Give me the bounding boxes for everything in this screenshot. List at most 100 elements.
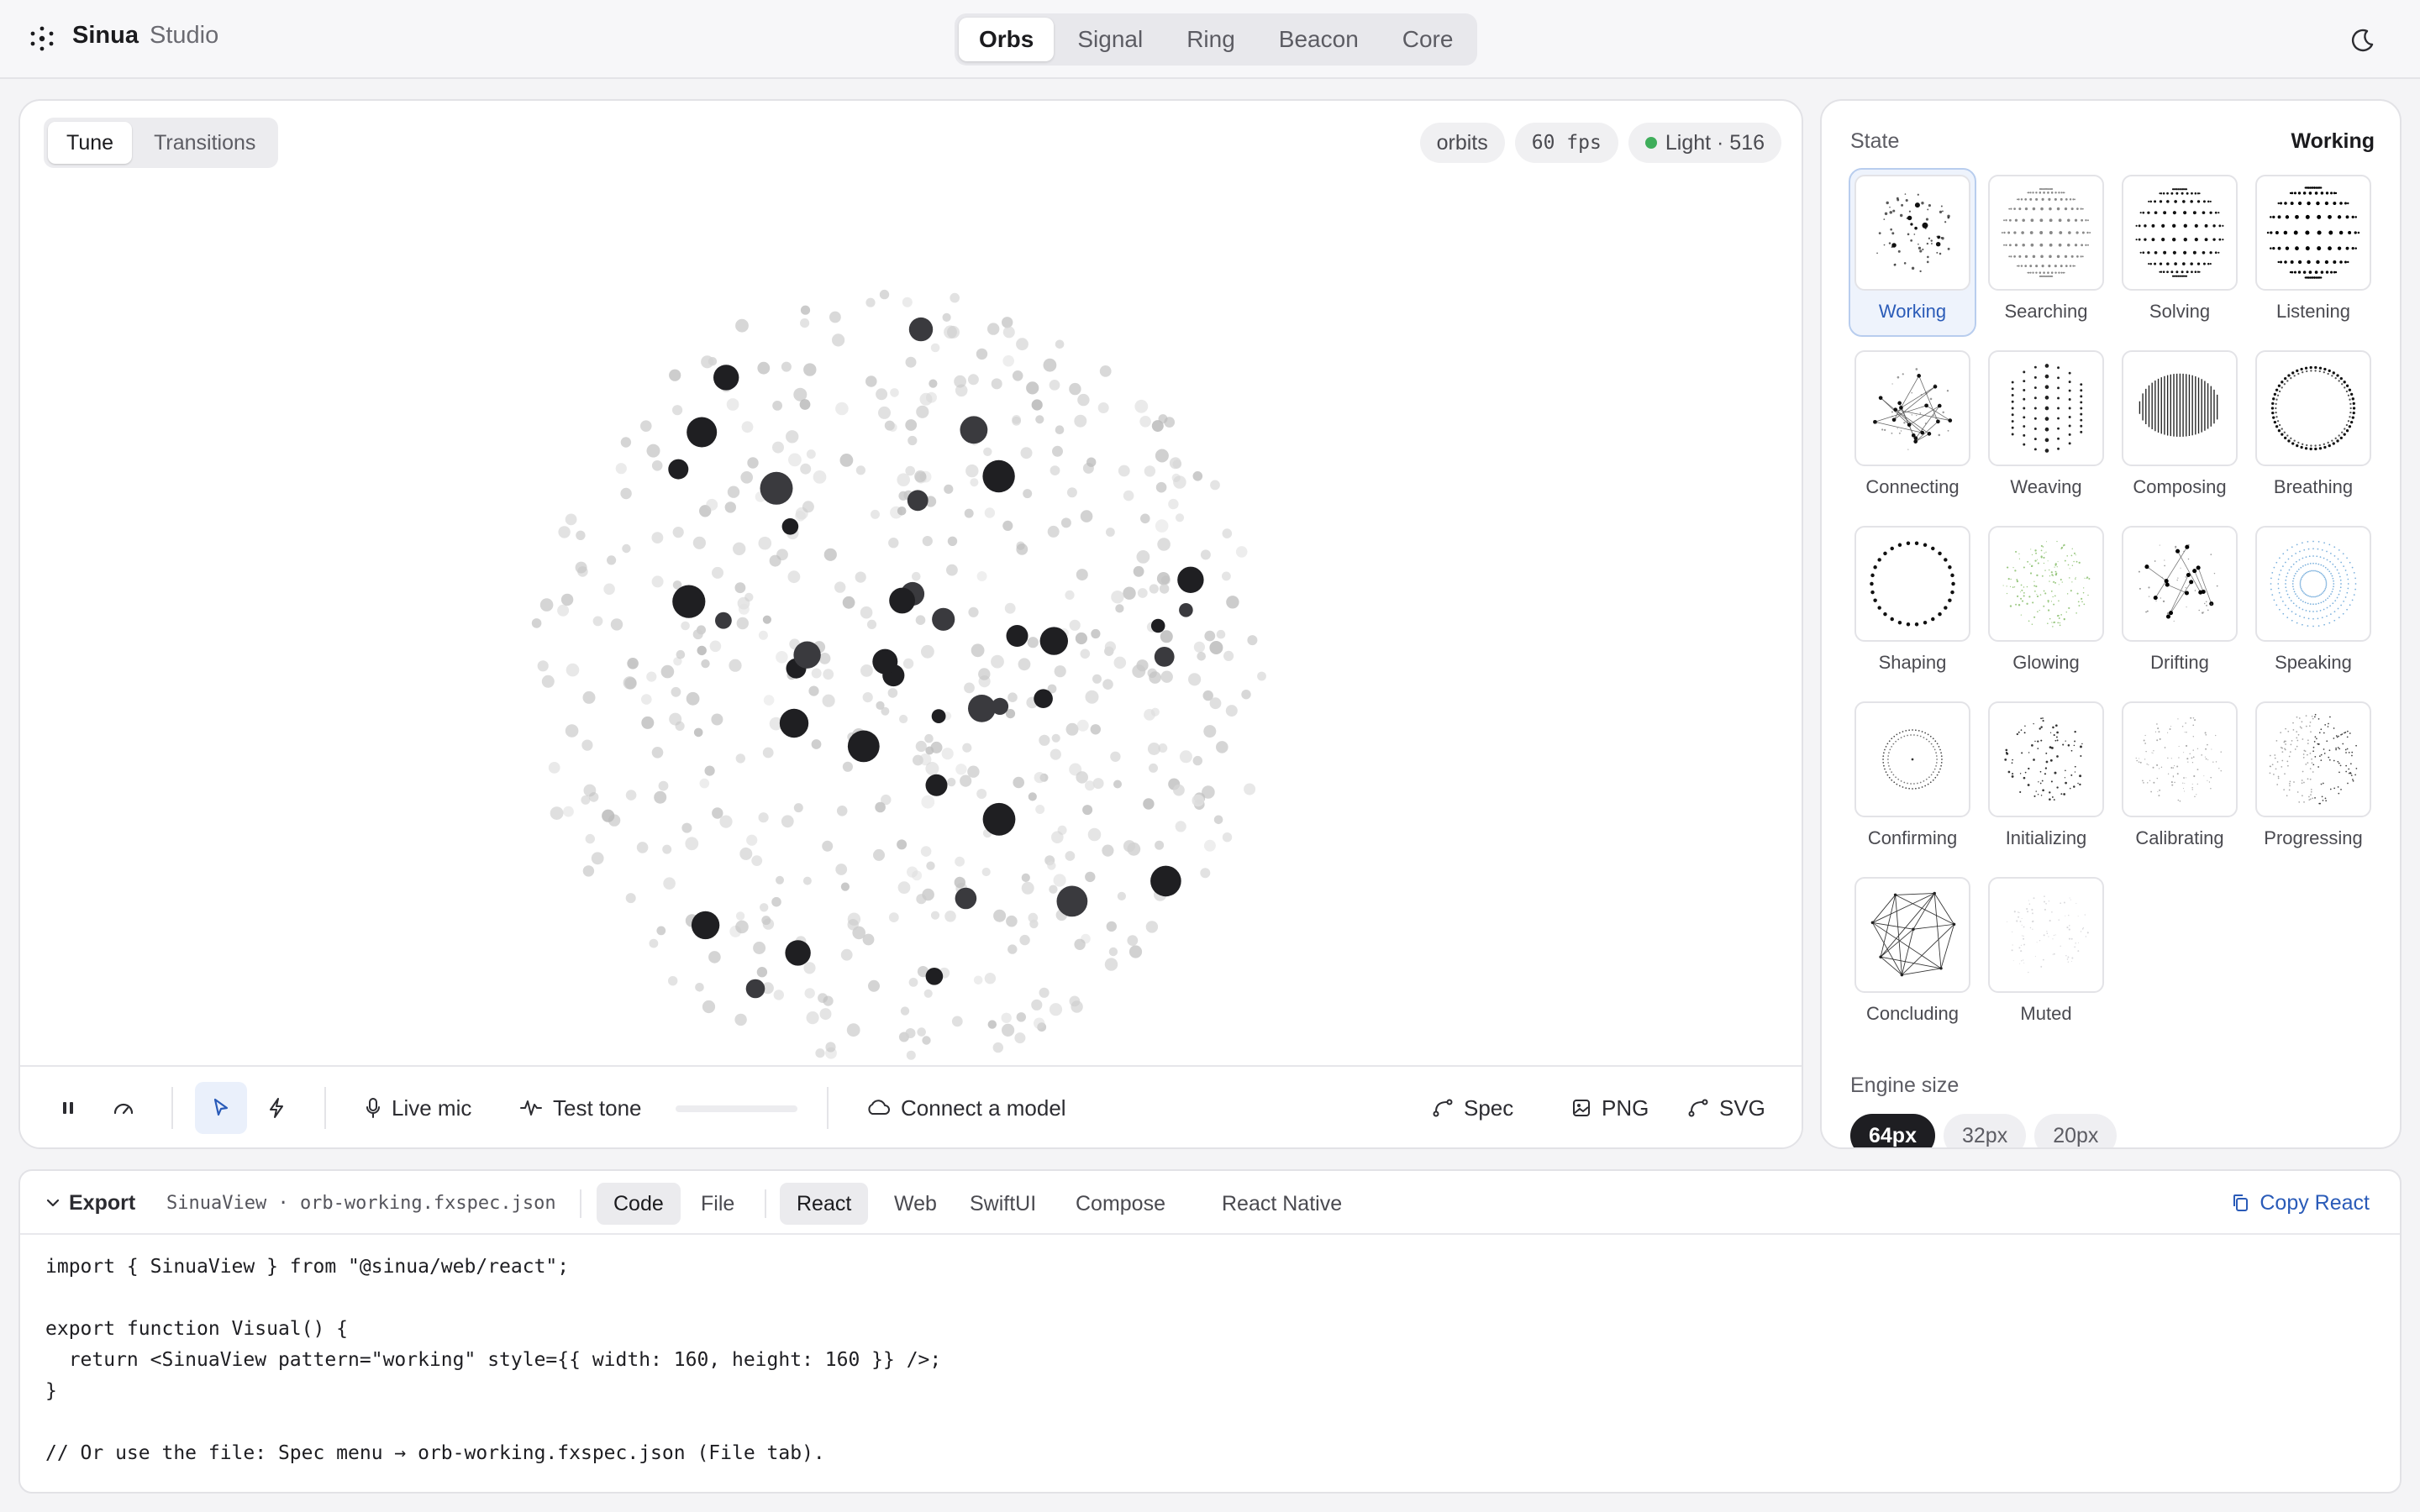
state-card-initializing[interactable]: Initializing (1984, 696, 2108, 862)
tone-level-slider[interactable] (676, 1105, 797, 1112)
state-thumbnail-icon (1854, 526, 1970, 642)
orb-particle (879, 289, 890, 300)
tab-orbs[interactable]: Orbs (959, 18, 1055, 61)
state-card-muted[interactable]: Muted (1984, 872, 2108, 1037)
state-card-confirming[interactable]: Confirming (1850, 696, 1975, 862)
orb-particle (1104, 958, 1118, 971)
orb-particle (1002, 326, 1015, 339)
orb-particle (560, 593, 574, 606)
speed-button[interactable] (97, 1082, 150, 1134)
tab-swiftui[interactable]: SwiftUI (953, 1183, 1053, 1225)
tab-react-native[interactable]: React Native (1205, 1183, 1359, 1225)
orb-particle (681, 822, 692, 833)
moon-icon[interactable] (2349, 27, 2376, 54)
tab-transitions[interactable]: Transitions (135, 122, 274, 164)
tab-code[interactable]: Code (597, 1183, 681, 1225)
orb-particle (951, 1016, 963, 1027)
state-card-working[interactable]: Working (1849, 168, 1976, 337)
spec-button[interactable]: Spec (1432, 1082, 1513, 1134)
size-64-button[interactable]: 64px (1850, 1114, 1935, 1147)
chevron-down-icon (46, 1199, 60, 1207)
orb-particle (888, 538, 899, 549)
orb-node (1179, 603, 1193, 617)
tab-compose[interactable]: Compose (1059, 1183, 1182, 1225)
state-card-label: Connecting (1865, 476, 1960, 497)
state-card-listening[interactable]: Listening (2251, 170, 2375, 335)
tab-react[interactable]: React (780, 1183, 869, 1225)
state-card-label: Concluding (1865, 1003, 1960, 1024)
size-20-button[interactable]: 20px (2034, 1114, 2118, 1147)
orb-particle (581, 739, 593, 751)
orb-particle (800, 463, 812, 475)
cloud-icon (868, 1100, 890, 1115)
orb-particle (954, 876, 966, 889)
live-mic-button[interactable]: Live mic (365, 1082, 471, 1134)
orb-particle (908, 978, 918, 987)
select-tool-button[interactable] (195, 1082, 247, 1134)
orb-particle (672, 405, 683, 416)
state-card-shaping[interactable]: Shaping (1850, 521, 1975, 686)
orb-particle (641, 694, 652, 705)
trigger-tool-button[interactable] (250, 1082, 302, 1134)
orb-particle (811, 668, 822, 679)
tab-beacon[interactable]: Beacon (1259, 18, 1379, 61)
state-card-speaking[interactable]: Speaking (2251, 521, 2375, 686)
orb-particle (1149, 584, 1159, 594)
orb-particle (920, 846, 932, 857)
code-block[interactable]: import { SinuaView } from "@sinua/web/re… (45, 1252, 941, 1469)
state-card-calibrating[interactable]: Calibrating (2118, 696, 2242, 862)
connect-model-button[interactable]: Connect a model (865, 1082, 1066, 1134)
test-tone-button[interactable]: Test tone (519, 1082, 642, 1134)
orb-particle (1118, 465, 1130, 477)
state-card-concluding[interactable]: Concluding (1850, 872, 1975, 1037)
orb-particle (813, 470, 827, 484)
orb-particle (1047, 525, 1060, 538)
tab-file[interactable]: File (684, 1183, 751, 1225)
state-card-connecting[interactable]: Connecting (1850, 345, 1975, 511)
tab-tune[interactable]: Tune (48, 122, 133, 164)
state-card-composing[interactable]: Composing (2118, 345, 2242, 511)
orb-particle (1066, 487, 1077, 498)
state-card-drifting[interactable]: Drifting (2118, 521, 2242, 686)
pause-button[interactable] (42, 1082, 94, 1134)
orb-particle (865, 297, 876, 307)
orb-particle (739, 847, 753, 860)
orb-visualization[interactable] (20, 101, 1803, 1067)
orb-particle (1113, 656, 1127, 669)
state-card-glowing[interactable]: Glowing (1984, 521, 2108, 686)
orb-particle (960, 774, 972, 787)
copy-react-button[interactable]: Copy React (2231, 1171, 2370, 1235)
export-collapse-toggle[interactable]: Export (45, 1171, 135, 1235)
orb-particle (1074, 414, 1087, 428)
state-card-searching[interactable]: Searching (1984, 170, 2108, 335)
tab-core[interactable]: Core (1382, 18, 1474, 61)
toolbar-divider (171, 1087, 173, 1129)
orb-particle (1127, 935, 1139, 946)
orb-particle (836, 806, 848, 816)
size-32-button[interactable]: 32px (1943, 1114, 2027, 1147)
svg-export-button[interactable]: SVG (1687, 1082, 1765, 1134)
orb-particle (855, 571, 866, 583)
orb-node (1034, 689, 1053, 708)
png-export-button[interactable]: PNG (1571, 1082, 1649, 1134)
orb-particle (565, 513, 577, 526)
copy-icon (2233, 1194, 2249, 1211)
state-card-progressing[interactable]: Progressing (2251, 696, 2375, 862)
orb-particle (758, 812, 769, 823)
orb-particle (575, 561, 587, 574)
tab-signal[interactable]: Signal (1057, 18, 1163, 61)
orb-particle (685, 837, 699, 851)
orb-node (779, 708, 809, 738)
state-card-weaving[interactable]: Weaving (1984, 345, 2108, 511)
code-line: // Or use the file: Spec menu → orb-work… (45, 1442, 825, 1464)
orb-particle (840, 948, 853, 961)
tab-ring[interactable]: Ring (1166, 18, 1255, 61)
orb-particle (1160, 630, 1173, 643)
tab-web[interactable]: Web (877, 1183, 954, 1225)
state-card-breathing[interactable]: Breathing (2251, 345, 2375, 511)
orb-particle (1085, 690, 1099, 704)
state-card-solving[interactable]: Solving (2118, 170, 2242, 335)
orb-particle (1051, 733, 1060, 743)
orb-particle (746, 834, 758, 846)
orb-particle (1047, 861, 1056, 870)
